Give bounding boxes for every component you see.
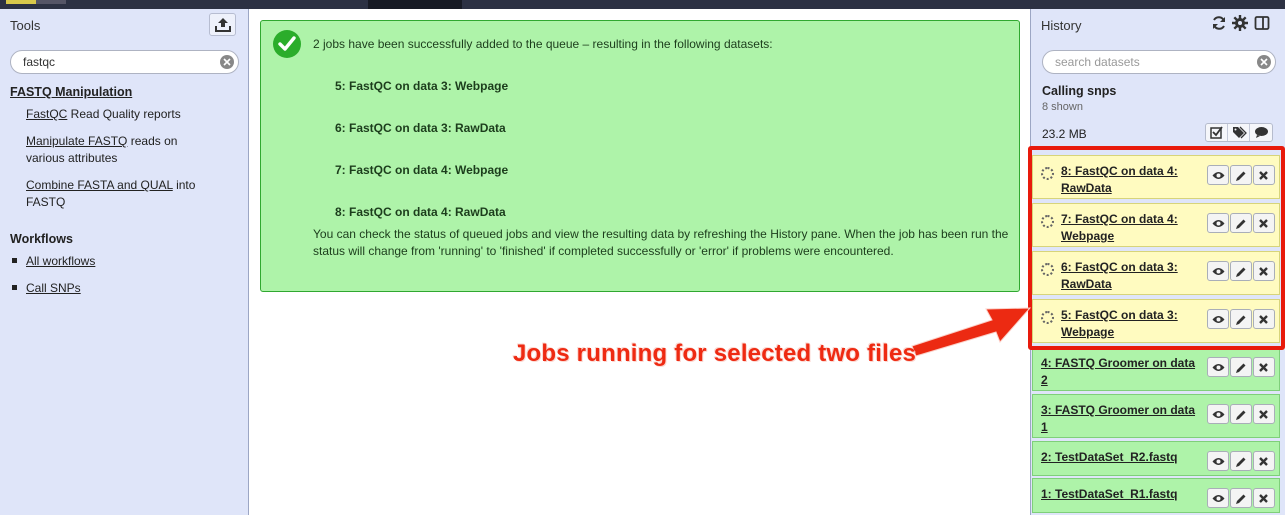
comment-icon xyxy=(1255,127,1268,138)
center-panel: 2 jobs have been successfully added to t… xyxy=(250,9,1030,515)
pencil-icon[interactable] xyxy=(1230,357,1252,377)
workflow-item-all[interactable]: All workflows xyxy=(12,254,95,268)
delete-icon[interactable] xyxy=(1253,451,1275,471)
annotation-highlight-box xyxy=(1028,146,1285,350)
upload-icon xyxy=(215,18,231,32)
checkbox-icon xyxy=(1210,126,1223,139)
dataset-buttons xyxy=(1206,488,1275,509)
galaxy-logo[interactable] xyxy=(0,0,72,5)
dataset-buttons xyxy=(1206,404,1275,425)
tool-link[interactable]: Manipulate FASTQ xyxy=(26,134,127,148)
clear-search-icon[interactable] xyxy=(1257,55,1271,69)
queued-dataset-item: 5: FastQC on data 3: Webpage xyxy=(335,79,509,93)
workflow-item-call-snps[interactable]: Call SNPs xyxy=(12,281,81,295)
history-dataset-item[interactable]: 1: TestDataSet_R1.fastq xyxy=(1032,478,1280,513)
dataset-buttons xyxy=(1206,357,1275,378)
pencil-icon[interactable] xyxy=(1230,488,1252,508)
history-search-box xyxy=(1042,50,1276,74)
history-name[interactable]: Calling snps xyxy=(1042,84,1116,98)
history-search-input[interactable] xyxy=(1055,54,1235,70)
annotation-button[interactable] xyxy=(1250,124,1272,141)
delete-icon[interactable] xyxy=(1253,488,1275,508)
dataset-buttons xyxy=(1206,451,1275,472)
upload-button[interactable] xyxy=(209,13,236,36)
tool-search-box xyxy=(10,50,239,74)
history-panel-title: History xyxy=(1041,18,1082,33)
tool-link[interactable]: Combine FASTA and QUAL xyxy=(26,178,173,192)
tool-description: Read Quality reports xyxy=(67,107,181,121)
panel-toggle-icon[interactable] xyxy=(1254,15,1270,31)
history-action-buttons xyxy=(1205,123,1273,142)
delete-icon[interactable] xyxy=(1253,404,1275,424)
select-datasets-button[interactable] xyxy=(1206,124,1228,141)
tags-icon xyxy=(1233,126,1247,139)
eye-icon[interactable] xyxy=(1207,451,1229,471)
dataset-title[interactable]: 3: FASTQ Groomer on data 1 xyxy=(1041,402,1201,436)
queued-dataset-item: 7: FastQC on data 4: Webpage xyxy=(335,163,509,177)
eye-icon[interactable] xyxy=(1207,488,1229,508)
eye-icon[interactable] xyxy=(1207,357,1229,377)
tool-panel-title: Tools xyxy=(10,18,41,33)
tool-panel-header: Tools xyxy=(0,9,248,41)
tool-fastqc[interactable]: FastQC Read Quality reports xyxy=(26,106,226,123)
message-note: You can check the status of queued jobs … xyxy=(313,227,1009,258)
delete-icon[interactable] xyxy=(1253,357,1275,377)
queued-dataset-item: 8: FastQC on data 4: RawData xyxy=(335,205,506,219)
pencil-icon[interactable] xyxy=(1230,451,1252,471)
annotation-arrow-icon xyxy=(911,307,1032,357)
history-dataset-item[interactable]: 4: FASTQ Groomer on data 2 xyxy=(1032,347,1280,391)
workflow-link[interactable]: Call SNPs xyxy=(26,281,81,295)
workflows-title: Workflows xyxy=(10,232,73,246)
tags-button[interactable] xyxy=(1228,124,1250,141)
success-message: 2 jobs have been successfully added to t… xyxy=(260,20,1020,292)
eye-icon[interactable] xyxy=(1207,404,1229,424)
pencil-icon[interactable] xyxy=(1230,404,1252,424)
dataset-title[interactable]: 1: TestDataSet_R1.fastq xyxy=(1041,486,1201,503)
message-lead: 2 jobs have been successfully added to t… xyxy=(313,37,773,51)
tool-link[interactable]: FastQC xyxy=(26,107,67,121)
refresh-icon[interactable] xyxy=(1211,15,1227,31)
tool-search-input[interactable] xyxy=(23,54,203,70)
bullet-icon xyxy=(12,285,17,291)
bullet-icon xyxy=(12,258,17,264)
queued-dataset-item: 6: FastQC on data 3: RawData xyxy=(335,121,506,135)
history-header-icons xyxy=(1211,15,1272,34)
tool-manipulate-fastq[interactable]: Manipulate FASTQ reads on various attrib… xyxy=(26,133,206,167)
tool-panel: Tools FASTQ Manipulation FastQC Read Qua… xyxy=(0,9,249,515)
tool-combine-fasta-qual[interactable]: Combine FASTA and QUAL into FASTQ xyxy=(26,177,226,211)
masthead-active-tab[interactable] xyxy=(368,0,462,9)
tool-section-fastq-manipulation[interactable]: FASTQ Manipulation xyxy=(10,85,132,99)
dataset-title[interactable]: 4: FASTQ Groomer on data 2 xyxy=(1041,355,1201,389)
gear-icon[interactable] xyxy=(1232,15,1249,31)
masthead xyxy=(0,0,1285,9)
dataset-title[interactable]: 2: TestDataSet_R2.fastq xyxy=(1041,449,1201,466)
history-dataset-item[interactable]: 2: TestDataSet_R2.fastq xyxy=(1032,441,1280,476)
history-size: 23.2 MB xyxy=(1042,127,1087,141)
checkmark-icon xyxy=(273,30,301,58)
history-dataset-item[interactable]: 3: FASTQ Groomer on data 1 xyxy=(1032,394,1280,438)
clear-search-icon[interactable] xyxy=(220,55,234,69)
annotation-text: Jobs running for selected two files xyxy=(513,340,917,367)
workflow-link[interactable]: All workflows xyxy=(26,254,95,268)
history-shown-count: 8 shown xyxy=(1042,101,1083,113)
